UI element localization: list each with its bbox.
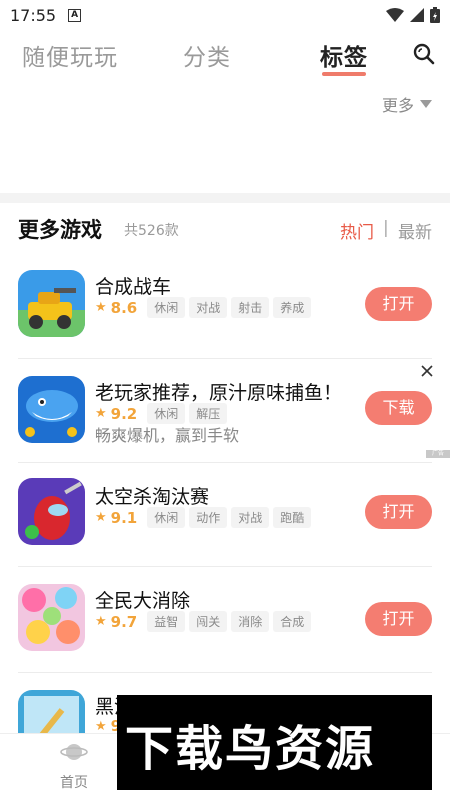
game-meta: ★ 9.1 休闲 动作 对战 跑酷 (95, 507, 312, 528)
game-meta: ★ 8.6 休闲 对战 射击 养成 (95, 297, 312, 318)
game-row[interactable]: 太空杀淘汰赛 ★ 9.1 休闲 动作 对战 跑酷 打开 (0, 462, 450, 568)
game-rating: 9.7 (110, 612, 138, 631)
star-icon: ★ (95, 718, 107, 734)
star-icon: ★ (95, 510, 107, 525)
game-name: 老玩家推荐，原汁原味捕鱼！ (95, 382, 343, 404)
notification-icon: A (68, 8, 82, 22)
game-tag: 解压 (189, 403, 228, 424)
tab-suibian[interactable]: 随便玩玩 (22, 38, 118, 72)
game-tag: 休闲 (147, 507, 186, 528)
ad-subline: 畅爽爆机，赢到手软 (95, 426, 240, 445)
tab-underline (322, 72, 366, 76)
status-bar: 17:55 A (0, 0, 450, 30)
game-tag: 休闲 (147, 297, 186, 318)
game-tag: 射击 (231, 297, 270, 318)
game-tag: 跑酷 (273, 507, 312, 528)
game-tag: 动作 (189, 507, 228, 528)
game-tag: 休闲 (147, 403, 186, 424)
ad-game-row[interactable]: 老玩家推荐，原汁原味捕鱼！ ★ 9.2 休闲 解压 畅爽爆机，赢到手软 下载 广… (0, 358, 450, 464)
status-icons (386, 7, 440, 23)
search-icon[interactable] (412, 42, 436, 66)
game-name: 合成战车 (95, 276, 172, 298)
game-rating: 8.6 (110, 298, 138, 317)
status-time: 17:55 (10, 5, 57, 25)
more-button[interactable]: 更多 (382, 92, 432, 116)
chevron-down-icon (420, 100, 432, 108)
signal-icon (410, 8, 424, 22)
game-tag: 消除 (231, 611, 270, 632)
section-title: 更多游戏 (18, 218, 102, 242)
battery-icon (430, 7, 440, 23)
divider (0, 193, 450, 203)
star-icon: ★ (95, 614, 107, 629)
game-row[interactable]: 合成战车 ★ 8.6 休闲 对战 射击 养成 打开 (0, 252, 450, 358)
sort-new-tab[interactable]: 最新 (398, 218, 432, 243)
tab-tags[interactable]: 标签 (320, 38, 368, 72)
open-button[interactable]: 打开 (365, 287, 432, 321)
game-tag: 对战 (189, 297, 228, 318)
game-icon-space (18, 478, 85, 545)
more-label: 更多 (381, 96, 414, 115)
game-icon-fish (18, 376, 85, 443)
game-rating: 9.2 (110, 404, 138, 423)
game-icon-candy (18, 584, 85, 651)
top-tabs: 随便玩玩 分类 标签 (0, 32, 450, 82)
close-icon[interactable] (420, 364, 434, 378)
open-button[interactable]: 打开 (365, 602, 432, 636)
game-tag: 闯关 (189, 611, 228, 632)
section-header: 更多游戏 共526款 热门 | 最新 (0, 210, 450, 246)
game-rating: 9.1 (110, 508, 138, 527)
game-tag: 养成 (273, 297, 312, 318)
game-count: 共526款 (124, 223, 179, 239)
game-meta: ★ 9.2 休闲 解压 (95, 403, 228, 424)
game-tag: 合成 (273, 611, 312, 632)
game-name: 全民大消除 (95, 590, 191, 612)
game-tag: 益智 (147, 611, 186, 632)
download-button[interactable]: 下载 (365, 391, 432, 425)
sort-separator: | (383, 218, 389, 238)
ad-badge: 广告 (426, 450, 450, 458)
tab-category[interactable]: 分类 (183, 38, 231, 72)
planet-icon (60, 744, 88, 760)
watermark-text: 下载鸟资源 (125, 721, 376, 777)
wifi-icon (386, 8, 404, 22)
nav-home[interactable]: 首页 (44, 740, 104, 792)
game-tag: 对战 (231, 507, 270, 528)
sort-hot-tab[interactable]: 热门 (340, 218, 374, 243)
open-button[interactable]: 打开 (365, 495, 432, 529)
star-icon: ★ (95, 300, 107, 315)
game-icon-car (18, 270, 85, 337)
game-meta: ★ 9.7 益智 闯关 消除 合成 (95, 611, 312, 632)
game-row[interactable]: 全民大消除 ★ 9.7 益智 闯关 消除 合成 打开 (0, 566, 450, 672)
star-icon: ★ (95, 406, 107, 421)
game-name: 太空杀淘汰赛 (95, 486, 210, 508)
nav-home-label: 首页 (60, 775, 88, 791)
watermark: 下载鸟资源 (117, 695, 432, 790)
